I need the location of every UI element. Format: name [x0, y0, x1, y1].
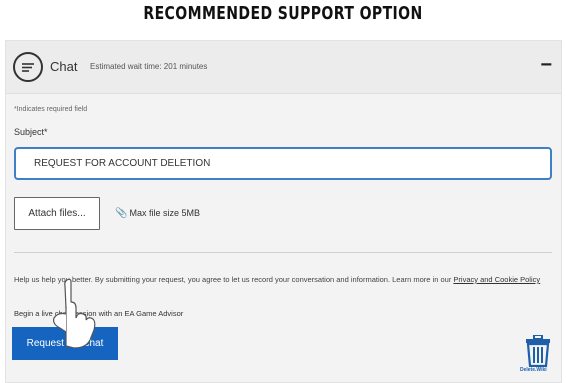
divider: [14, 252, 552, 253]
chat-label: Chat: [50, 59, 78, 74]
pointing-hand-icon: [53, 278, 96, 348]
wait-time: Estimated wait time: 201 minutes: [90, 62, 208, 71]
max-file-size-text: Max file size 5MB: [129, 208, 200, 218]
privacy-policy-link[interactable]: Privacy and Cookie Policy: [453, 275, 540, 284]
watermark: Delete.Wiki: [520, 367, 547, 373]
subject-label: Subject*: [14, 127, 48, 137]
page-title: RECOMMENDED SUPPORT OPTION: [143, 3, 423, 24]
chat-header[interactable]: Chat Estimated wait time: 201 minutes −: [6, 41, 561, 94]
attach-files-button[interactable]: Attach files...: [14, 197, 100, 230]
chat-bubble-icon: [13, 52, 43, 82]
subject-input[interactable]: [14, 147, 552, 180]
required-note: *Indicates required field: [14, 106, 88, 113]
paperclip-icon: 📎: [115, 208, 128, 219]
trash-icon: [526, 335, 550, 367]
collapse-button[interactable]: −: [540, 55, 552, 75]
max-file-size: 📎 Max file size 5MB: [115, 208, 200, 219]
